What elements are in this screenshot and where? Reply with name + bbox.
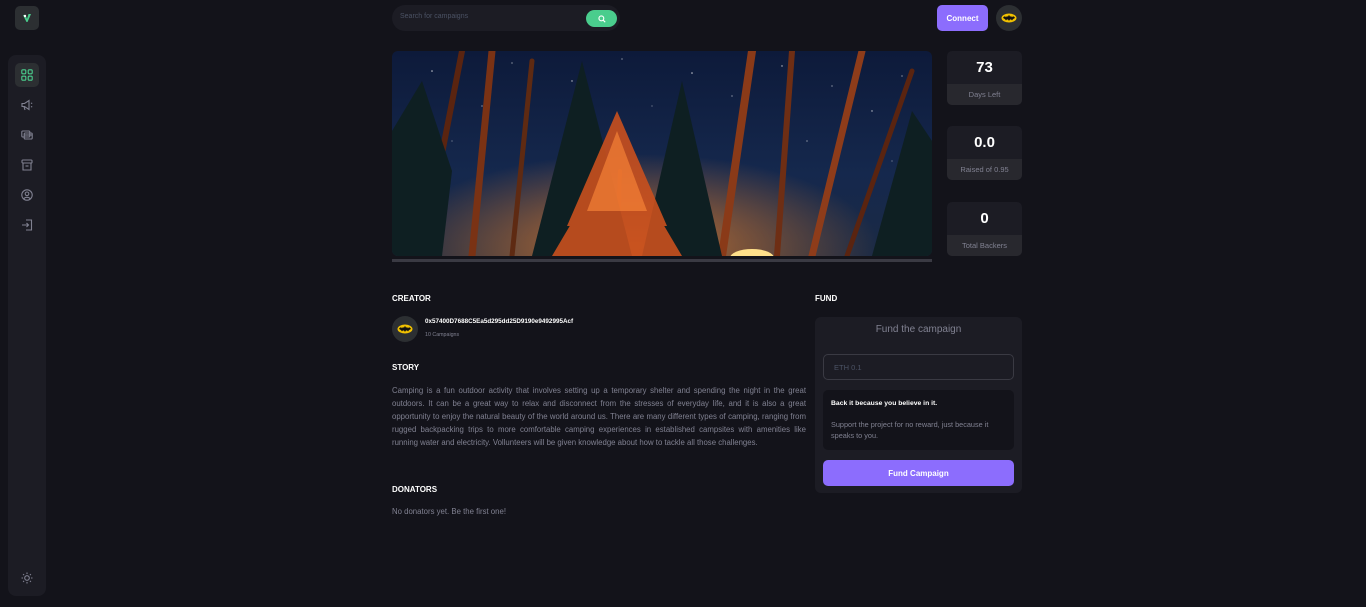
fund-note-title: Back it because you believe in it. <box>831 400 938 407</box>
sidebar <box>8 55 46 596</box>
days-left-label: Days Left <box>947 84 1022 105</box>
payment-icon <box>21 130 33 140</box>
fund-title: FUND <box>815 294 838 303</box>
sidebar-item-withdraw[interactable] <box>15 153 39 177</box>
batman-avatar-icon <box>1001 13 1017 23</box>
sidebar-item-logout[interactable] <box>15 213 39 237</box>
fund-note-body: Support the project for no reward, just … <box>831 420 989 440</box>
raised-value: 0.0 <box>974 134 995 151</box>
days-left-value: 73 <box>976 59 993 76</box>
connect-button[interactable]: Connect <box>937 5 988 31</box>
fund-panel: Fund the campaign Back it because you be… <box>815 317 1022 493</box>
sun-icon <box>21 572 33 584</box>
dashboard-icon <box>21 69 33 81</box>
profile-icon <box>21 189 33 201</box>
story-text: Camping is a fun outdoor activity that i… <box>392 386 806 447</box>
campaign-image <box>392 51 932 256</box>
stat-days-left: 73 Days Left <box>947 51 1022 105</box>
sidebar-item-campaign[interactable] <box>15 93 39 117</box>
campaign-icon <box>21 99 33 111</box>
stat-raised: 0.0 Raised of 0.95 <box>947 126 1022 180</box>
creator-address: 0x57400D7688C5Ea5d295dd25D9190e9492995Ac… <box>425 318 574 325</box>
backers-value: 0 <box>980 210 989 227</box>
sidebar-item-payment[interactable] <box>15 123 39 147</box>
logo-icon <box>23 14 31 22</box>
batman-avatar-icon <box>397 324 413 334</box>
sidebar-item-dashboard[interactable] <box>15 63 39 87</box>
stat-backers: 0 Total Backers <box>947 202 1022 256</box>
fund-amount-input[interactable] <box>823 354 1014 380</box>
raised-label: Raised of 0.95 <box>947 159 1022 180</box>
creator-campaigns-count: 10 Campaigns <box>425 332 460 338</box>
fund-note: Back it because you believe in it. Suppo… <box>823 390 1014 450</box>
profile-avatar[interactable] <box>996 5 1022 31</box>
creator-avatar <box>392 316 418 342</box>
donators-empty-text: No donators yet. Be the first one! <box>392 507 506 516</box>
fund-campaign-button[interactable]: Fund Campaign <box>823 460 1014 486</box>
app-logo[interactable] <box>15 6 39 30</box>
backers-label: Total Backers <box>947 235 1022 256</box>
donators-title: DONATORS <box>392 485 438 494</box>
search-button[interactable] <box>586 10 617 27</box>
story-title: STORY <box>392 363 420 372</box>
theme-toggle[interactable] <box>15 566 39 590</box>
logout-icon <box>22 219 33 231</box>
withdraw-icon <box>21 159 33 171</box>
sidebar-item-profile[interactable] <box>15 183 39 207</box>
funding-progress-bar <box>392 259 932 262</box>
creator-title: CREATOR <box>392 294 431 303</box>
search-bar[interactable]: Search for campaigns <box>392 5 620 31</box>
search-icon <box>597 14 606 23</box>
fund-heading: Fund the campaign <box>875 324 962 335</box>
search-input[interactable]: Search for campaigns <box>400 13 468 20</box>
